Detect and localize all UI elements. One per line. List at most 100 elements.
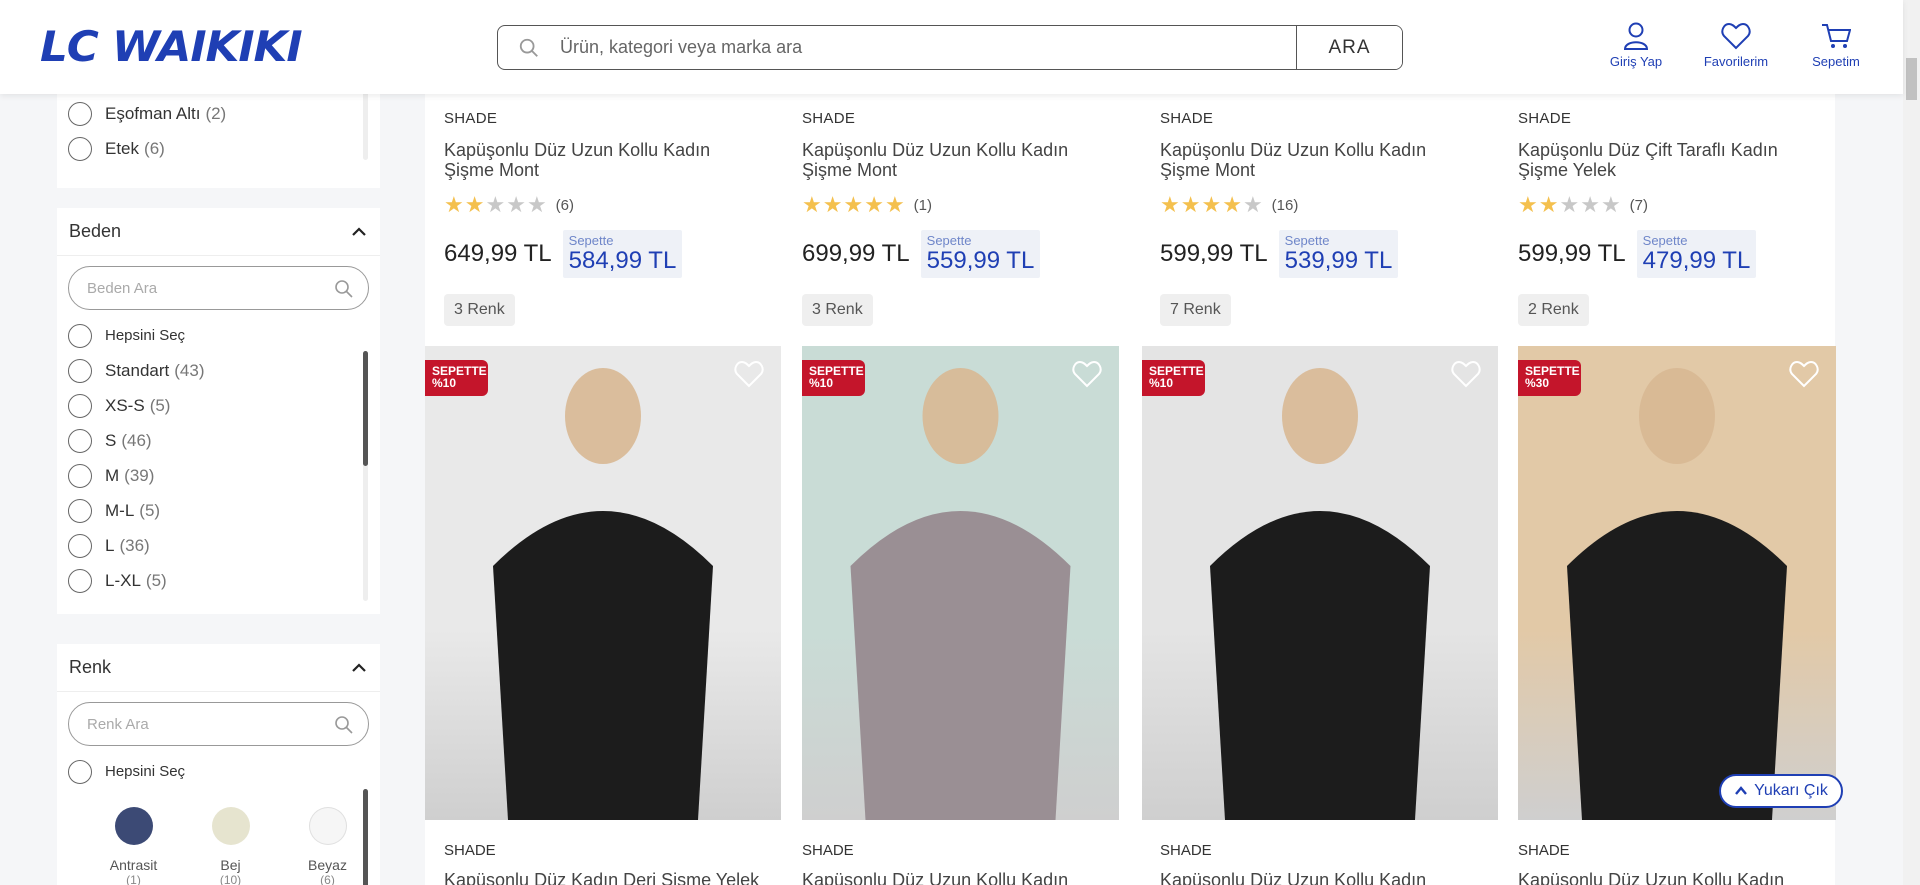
star-icon: ★ [1559, 192, 1580, 217]
login-label: Giriş Yap [1609, 54, 1663, 69]
product-image[interactable]: SEPETTE %10 [425, 346, 781, 820]
product-card[interactable]: SHADE Kapüşonlu Düz Uzun Kollu Kadın Şişm… [802, 110, 1158, 326]
star-icon: ★ [864, 192, 884, 217]
product-name[interactable]: Kapüşonlu Düz Uzun Kollu Kadın [1518, 870, 1784, 885]
radio-button[interactable] [68, 759, 92, 784]
type-option[interactable]: Etek (6) [57, 131, 380, 166]
brand-logo[interactable]: LC WAIKIKI [40, 22, 303, 72]
size-option[interactable]: Standart (43) [57, 353, 380, 388]
review-count: (16) [1271, 196, 1299, 214]
product-image[interactable]: SEPETTE %10 [802, 346, 1119, 820]
color-swatch[interactable]: Antrasit (1) [85, 807, 182, 885]
product-card[interactable]: SHADE Kapüşonlu Düz Uzun Kollu Kadın Şişm… [1160, 110, 1516, 326]
option-count: (39) [124, 465, 155, 485]
size-search-input[interactable] [87, 267, 317, 309]
search-button[interactable]: ARA [1296, 26, 1402, 69]
radio-button[interactable] [68, 498, 92, 523]
product-name[interactable]: Kapüşonlu Düz Uzun Kollu Kadın Şişme Mon… [444, 140, 734, 180]
radio-button[interactable] [68, 428, 92, 453]
color-count-chip[interactable]: 3 Renk [802, 294, 873, 326]
color-search-input[interactable] [87, 703, 317, 745]
radio-button[interactable] [68, 568, 92, 593]
radio-button[interactable] [68, 136, 92, 161]
color-count-chip[interactable]: 2 Renk [1518, 294, 1589, 326]
option-label: Eşofman Altı [105, 103, 201, 123]
product-name[interactable]: Kapüşonlu Düz Uzun Kollu Kadın [802, 870, 1068, 885]
color-scrollbar[interactable] [363, 789, 368, 885]
radio-button[interactable] [68, 358, 92, 383]
product-price: 649,99 TL [444, 240, 552, 267]
option-label: Standart [105, 360, 170, 380]
back-to-top-button[interactable]: Yukarı Çık [1719, 774, 1843, 808]
color-count-chip[interactable]: 3 Renk [444, 294, 515, 326]
radio-button[interactable] [68, 323, 92, 348]
page-scrollbar[interactable] [1903, 0, 1920, 885]
product-name[interactable]: Kapüşonlu Düz Uzun Kollu Kadın Şişme Mon… [1160, 140, 1450, 180]
color-select-all[interactable]: Hepsini Seç [57, 754, 380, 789]
size-option[interactable]: M (39) [57, 458, 380, 493]
option-count: (5) [139, 500, 161, 520]
back-to-top-label: Yukarı Çık [1754, 782, 1828, 799]
product-name[interactable]: Kapüşonlu Düz Uzun Kollu Kadın Şişme Mon… [802, 140, 1092, 180]
size-option[interactable]: M-L (5) [57, 493, 380, 528]
color-swatch[interactable]: Bej (10) [182, 807, 279, 885]
basket-price: 584,99 TL [568, 247, 677, 274]
radio-button[interactable] [68, 393, 92, 418]
product-brand: SHADE [1518, 842, 1570, 859]
color-scrollbar-thumb[interactable] [363, 789, 368, 885]
product-rating: ★ ★ ★ ★ ★ (16) [1160, 193, 1516, 217]
product-brand: SHADE [802, 110, 856, 127]
basket-price-label: Sepette [1284, 233, 1330, 248]
product-brand: SHADE [444, 110, 498, 127]
color-dot[interactable] [114, 807, 153, 845]
star-icon: ★ [464, 192, 485, 217]
color-count: (6) [320, 873, 335, 885]
radio-button[interactable] [68, 533, 92, 558]
size-option[interactable]: L (36) [57, 528, 380, 563]
chevron-up-icon[interactable] [350, 659, 368, 677]
product-image[interactable]: SEPETTE %30 [1518, 346, 1836, 820]
review-count: (6) [555, 196, 575, 214]
search-input[interactable] [560, 26, 1260, 69]
radio-button[interactable] [68, 101, 92, 126]
price-block: 599,99 TL Sepette 479,99 TL [1518, 230, 1874, 278]
star-icon: ★ [1518, 192, 1538, 217]
favorite-heart-icon[interactable] [1450, 358, 1482, 390]
color-dot[interactable] [308, 807, 347, 845]
cart-link[interactable]: Sepetim [1808, 22, 1864, 69]
favorite-heart-icon[interactable] [1788, 358, 1820, 390]
product-name[interactable]: Kapüşonlu Düz Kadın Deri Şişme Yelek [444, 870, 759, 885]
size-scrollbar[interactable] [363, 351, 368, 601]
product-card[interactable]: SHADE Kapüşonlu Düz Çift Taraflı Kadın Şi… [1518, 110, 1874, 326]
option-label: L-XL [105, 570, 141, 590]
heart-icon [1721, 22, 1751, 50]
product-image[interactable]: SEPETTE %10 [1142, 346, 1498, 820]
chevron-up-icon[interactable] [350, 223, 368, 241]
product-price: 699,99 TL [802, 240, 910, 267]
color-swatch[interactable]: Beyaz (6) [279, 807, 376, 885]
size-filter-header[interactable]: Beden [57, 208, 380, 256]
login-link[interactable]: Giriş Yap [1606, 22, 1666, 69]
favorites-link[interactable]: Favorilerim [1700, 22, 1772, 69]
discount-badge: SEPETTE %10 [425, 360, 488, 396]
product-card[interactable]: SHADE Kapüşonlu Düz Uzun Kollu Kadın Şişm… [444, 110, 800, 326]
type-option[interactable]: Eşofman Altı (2) [57, 96, 380, 131]
radio-button[interactable] [68, 463, 92, 488]
size-option[interactable]: S (46) [57, 423, 380, 458]
size-scrollbar-thumb[interactable] [363, 351, 368, 466]
option-count: (46) [121, 430, 152, 450]
product-brand: SHADE [444, 842, 496, 859]
product-name[interactable]: Kapüşonlu Düz Çift Taraflı Kadın Şişme Y… [1518, 140, 1808, 180]
color-count-chip[interactable]: 7 Renk [1160, 294, 1231, 326]
favorite-heart-icon[interactable] [1071, 358, 1103, 390]
basket-price-badge: Sepette 559,99 TL [920, 230, 1041, 278]
size-option[interactable]: XS-S (5) [57, 388, 380, 423]
favorite-heart-icon[interactable] [733, 358, 765, 390]
page-scrollbar-thumb[interactable] [1906, 58, 1917, 100]
size-select-all[interactable]: Hepsini Seç [57, 318, 380, 353]
size-option[interactable]: L-XL (5) [57, 563, 380, 598]
color-dot[interactable] [211, 807, 250, 845]
color-filter-header[interactable]: Renk [57, 644, 380, 692]
product-name[interactable]: Kapüşonlu Düz Uzun Kollu Kadın [1160, 870, 1426, 885]
type-scrollbar[interactable] [363, 84, 368, 160]
